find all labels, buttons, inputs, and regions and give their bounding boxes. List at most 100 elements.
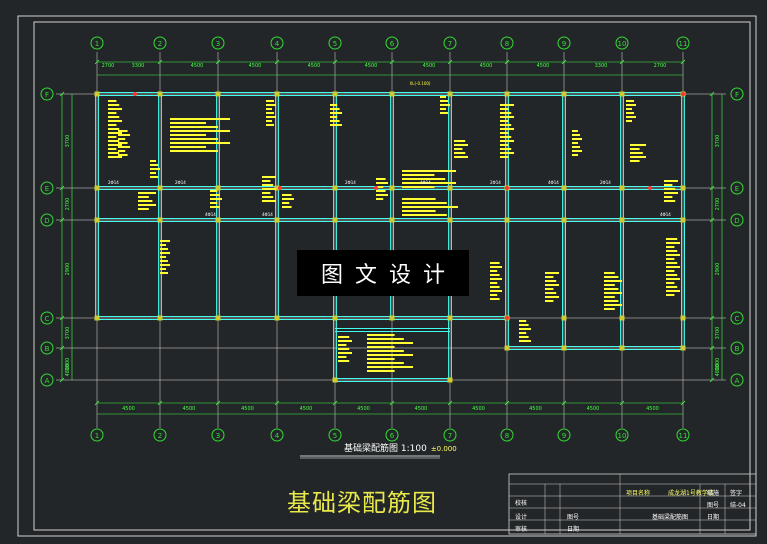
beam-label-7: 4Φ14 bbox=[548, 180, 559, 185]
dim-bottom-9: 4500 bbox=[646, 406, 659, 412]
rebar-note-line bbox=[545, 276, 554, 278]
rebar-note-line bbox=[666, 266, 680, 268]
rebar-note-line bbox=[108, 100, 117, 102]
rebar-note-line bbox=[666, 290, 680, 292]
axis-label-right-E: E bbox=[735, 185, 739, 193]
rebar-note-line bbox=[330, 120, 340, 122]
rebar-note-line bbox=[666, 250, 678, 252]
dim-bottom-2: 4500 bbox=[241, 406, 254, 412]
rebar-note-line bbox=[500, 148, 512, 150]
rebar-note-line bbox=[210, 202, 218, 204]
dim-left-2: 2900 bbox=[65, 263, 71, 276]
rebar-note-line bbox=[440, 104, 450, 106]
rebar-note-20 bbox=[664, 180, 678, 202]
column-pad-39 bbox=[619, 315, 625, 321]
rebar-note-line bbox=[604, 276, 619, 278]
dim-bottom-7: 4500 bbox=[529, 406, 542, 412]
rebar-note-line bbox=[490, 294, 498, 296]
rebar-note-line bbox=[490, 270, 498, 272]
rebar-note-line bbox=[666, 278, 680, 280]
rebar-note-line bbox=[108, 124, 117, 126]
rebar-note-line bbox=[666, 286, 678, 288]
rebar-note-line bbox=[666, 238, 678, 240]
rebar-note-line bbox=[376, 198, 384, 200]
rebar-note-line bbox=[210, 190, 218, 192]
column-pad-43 bbox=[680, 315, 686, 321]
rebar-note-line bbox=[262, 192, 271, 194]
rebar-note-line bbox=[666, 270, 675, 272]
beam-label-5: 4Φ14 bbox=[420, 180, 431, 185]
rebar-note-line bbox=[118, 150, 126, 152]
rebar-note-line bbox=[160, 248, 168, 250]
axis-label-bottom-4: 4 bbox=[275, 432, 280, 440]
column-pad-35 bbox=[561, 315, 567, 321]
column-pad-4 bbox=[157, 91, 163, 97]
rebar-note-line bbox=[402, 206, 458, 208]
axis-label-bottom-7: 7 bbox=[448, 432, 452, 440]
rebar-note-line bbox=[367, 350, 404, 352]
rebar-note-line bbox=[330, 108, 340, 110]
rebar-note-line bbox=[367, 358, 395, 360]
rebar-note-line bbox=[210, 206, 220, 208]
rebar-note-line bbox=[266, 120, 272, 122]
rebar-note-line bbox=[545, 272, 559, 274]
rebar-note-line bbox=[454, 140, 466, 142]
rebar-note-line bbox=[108, 104, 120, 106]
rebar-note-line bbox=[630, 160, 640, 162]
rebar-note-line bbox=[604, 280, 622, 282]
column-pad-6 bbox=[157, 217, 163, 223]
rebar-note-4 bbox=[266, 100, 276, 126]
rebar-note-line bbox=[500, 104, 514, 106]
column-pad-21 bbox=[389, 185, 395, 191]
tb-project-label: 项目名称 bbox=[626, 490, 651, 497]
rebar-note-line bbox=[666, 274, 678, 276]
rebar-note-line bbox=[262, 196, 274, 198]
rebar-note-line bbox=[367, 366, 413, 368]
rebar-note-line bbox=[402, 214, 447, 216]
rebar-note-line bbox=[150, 160, 156, 162]
rebar-note-line bbox=[545, 284, 559, 286]
red-mark-0 bbox=[133, 92, 137, 96]
rebar-note-line bbox=[664, 188, 676, 190]
rebar-note-line bbox=[376, 182, 388, 184]
tb-drawing-name: 基础梁配筋图 bbox=[652, 514, 689, 521]
rebar-note-9 bbox=[402, 198, 458, 216]
column-pad-49 bbox=[680, 345, 686, 351]
rebar-note-line bbox=[664, 200, 676, 202]
rebar-note-line bbox=[440, 108, 446, 110]
axis-label-top-3: 3 bbox=[216, 40, 220, 48]
tb-col-2: 日期 bbox=[567, 526, 580, 533]
rebar-note-line bbox=[108, 140, 120, 142]
tb-number-label: 图号 bbox=[707, 502, 720, 509]
dim-left-0: 3700 bbox=[65, 135, 71, 148]
column-pad-1 bbox=[94, 185, 100, 191]
rebar-note-line bbox=[138, 200, 153, 202]
column-pad-10 bbox=[215, 217, 221, 223]
rebar-note-line bbox=[519, 324, 529, 326]
dim-top-6: 4500 bbox=[423, 63, 436, 69]
rebar-note-13 bbox=[626, 100, 636, 122]
tb-number-value: 结-04 bbox=[730, 502, 746, 509]
rebar-note-line bbox=[108, 136, 117, 138]
beam-label-3: 4Φ14 bbox=[262, 212, 273, 217]
rebar-note-line bbox=[118, 130, 128, 132]
rebar-note-line bbox=[626, 120, 632, 122]
rebar-note-line bbox=[160, 272, 168, 274]
rebar-note-line bbox=[170, 122, 206, 124]
axis-label-top-4: 4 bbox=[275, 40, 280, 48]
rebar-note-line bbox=[572, 142, 578, 144]
rebar-note-line bbox=[630, 156, 646, 158]
column-pad-24 bbox=[447, 91, 453, 97]
dim-bottom-6: 4500 bbox=[472, 406, 485, 412]
rebar-note-line bbox=[170, 138, 218, 140]
rebar-note-line bbox=[170, 118, 230, 120]
rebar-note-line bbox=[500, 136, 512, 138]
column-pad-45 bbox=[447, 377, 453, 383]
rebar-note-line bbox=[402, 186, 435, 188]
axis-label-left-D: D bbox=[44, 217, 49, 225]
rebar-note-line bbox=[338, 336, 350, 338]
rebar-note-15 bbox=[572, 130, 582, 156]
rebar-note-line bbox=[490, 278, 502, 280]
rebar-note-line bbox=[118, 154, 128, 156]
rebar-note-25 bbox=[282, 194, 294, 208]
